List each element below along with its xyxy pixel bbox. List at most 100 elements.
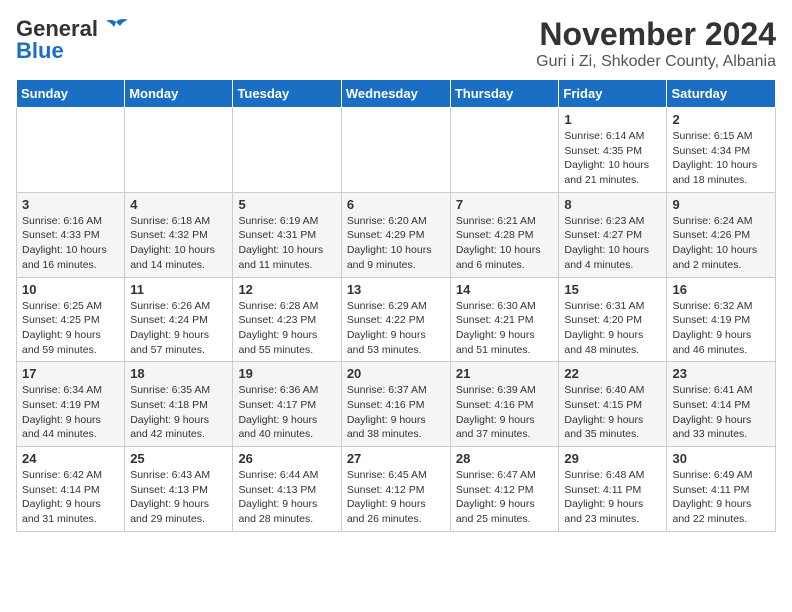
- day-number: 11: [130, 282, 227, 297]
- day-number: 16: [672, 282, 770, 297]
- calendar-cell: 21Sunrise: 6:39 AM Sunset: 4:16 PM Dayli…: [450, 362, 559, 447]
- day-number: 12: [238, 282, 335, 297]
- day-number: 23: [672, 366, 770, 381]
- day-detail: Sunrise: 6:26 AM Sunset: 4:24 PM Dayligh…: [130, 299, 227, 358]
- day-detail: Sunrise: 6:15 AM Sunset: 4:34 PM Dayligh…: [672, 129, 770, 188]
- day-detail: Sunrise: 6:43 AM Sunset: 4:13 PM Dayligh…: [130, 468, 227, 527]
- calendar-cell: 20Sunrise: 6:37 AM Sunset: 4:16 PM Dayli…: [341, 362, 450, 447]
- day-number: 4: [130, 197, 227, 212]
- calendar-cell: 7 Sunrise: 6:21 AM Sunset: 4:28 PM Daylig…: [450, 192, 559, 277]
- day-number: 19: [238, 366, 335, 381]
- day-detail: Sunrise: 6:49 AM Sunset: 4:11 PM Dayligh…: [672, 468, 770, 527]
- day-number: 7: [456, 197, 554, 212]
- calendar-cell: 1 Sunrise: 6:14 AM Sunset: 4:35 PM Daylig…: [559, 108, 667, 193]
- day-detail: Sunrise: 6:21 AM Sunset: 4:28 PM Dayligh…: [456, 214, 554, 273]
- day-detail: Sunrise: 6:34 AM Sunset: 4:19 PM Dayligh…: [22, 383, 119, 442]
- day-number: 18: [130, 366, 227, 381]
- day-detail: Sunrise: 6:28 AM Sunset: 4:23 PM Dayligh…: [238, 299, 335, 358]
- day-detail: Sunrise: 6:30 AM Sunset: 4:21 PM Dayligh…: [456, 299, 554, 358]
- day-number: 25: [130, 451, 227, 466]
- calendar-table: SundayMondayTuesdayWednesdayThursdayFrid…: [16, 79, 776, 532]
- day-number: 17: [22, 366, 119, 381]
- calendar-cell: 25 Sunrise: 6:43 AM Sunset: 4:13 PM Dayli…: [125, 447, 233, 532]
- header-day-saturday: Saturday: [667, 80, 776, 108]
- day-detail: Sunrise: 6:16 AM Sunset: 4:33 PM Dayligh…: [22, 214, 119, 273]
- calendar-cell: 24 Sunrise: 6:42 AM Sunset: 4:14 PM Dayli…: [17, 447, 125, 532]
- day-detail: Sunrise: 6:32 AM Sunset: 4:19 PM Dayligh…: [672, 299, 770, 358]
- calendar-cell: 14 Sunrise: 6:30 AM Sunset: 4:21 PM Dayli…: [450, 277, 559, 362]
- day-detail: Sunrise: 6:39 AM Sunset: 4:16 PM Dayligh…: [456, 383, 554, 442]
- calendar-week-3: 17 Sunrise: 6:34 AM Sunset: 4:19 PM Dayli…: [17, 362, 776, 447]
- calendar-cell: 10 Sunrise: 6:25 AM Sunset: 4:25 PM Dayli…: [17, 277, 125, 362]
- header-day-monday: Monday: [125, 80, 233, 108]
- day-number: 24: [22, 451, 119, 466]
- logo: General Blue: [16, 16, 130, 64]
- header-day-wednesday: Wednesday: [341, 80, 450, 108]
- day-number: 26: [238, 451, 335, 466]
- day-detail: Sunrise: 6:42 AM Sunset: 4:14 PM Dayligh…: [22, 468, 119, 527]
- calendar-cell: 8 Sunrise: 6:23 AM Sunset: 4:27 PM Daylig…: [559, 192, 667, 277]
- day-detail: Sunrise: 6:47 AM Sunset: 4:12 PM Dayligh…: [456, 468, 554, 527]
- calendar-body: 1 Sunrise: 6:14 AM Sunset: 4:35 PM Daylig…: [17, 108, 776, 532]
- header-day-friday: Friday: [559, 80, 667, 108]
- day-detail: Sunrise: 6:24 AM Sunset: 4:26 PM Dayligh…: [672, 214, 770, 273]
- calendar-cell: 23 Sunrise: 6:41 AM Sunset: 4:14 PM Dayli…: [667, 362, 776, 447]
- header-day-sunday: Sunday: [17, 80, 125, 108]
- day-number: 2: [672, 112, 770, 127]
- calendar-cell: 22Sunrise: 6:40 AM Sunset: 4:15 PM Dayli…: [559, 362, 667, 447]
- calendar-cell: 18Sunrise: 6:35 AM Sunset: 4:18 PM Dayli…: [125, 362, 233, 447]
- calendar-cell: 9 Sunrise: 6:24 AM Sunset: 4:26 PM Daylig…: [667, 192, 776, 277]
- calendar-cell: 12 Sunrise: 6:28 AM Sunset: 4:23 PM Dayli…: [233, 277, 341, 362]
- day-detail: Sunrise: 6:25 AM Sunset: 4:25 PM Dayligh…: [22, 299, 119, 358]
- calendar-cell: 17 Sunrise: 6:34 AM Sunset: 4:19 PM Dayli…: [17, 362, 125, 447]
- calendar-cell: 26 Sunrise: 6:44 AM Sunset: 4:13 PM Dayli…: [233, 447, 341, 532]
- day-number: 10: [22, 282, 119, 297]
- calendar-cell: 29Sunrise: 6:48 AM Sunset: 4:11 PM Dayli…: [559, 447, 667, 532]
- day-detail: Sunrise: 6:44 AM Sunset: 4:13 PM Dayligh…: [238, 468, 335, 527]
- day-detail: Sunrise: 6:23 AM Sunset: 4:27 PM Dayligh…: [564, 214, 661, 273]
- calendar-cell: 19 Sunrise: 6:36 AM Sunset: 4:17 PM Dayli…: [233, 362, 341, 447]
- day-number: 27: [347, 451, 445, 466]
- header-row: SundayMondayTuesdayWednesdayThursdayFrid…: [17, 80, 776, 108]
- calendar-cell: 16 Sunrise: 6:32 AM Sunset: 4:19 PM Dayli…: [667, 277, 776, 362]
- day-detail: Sunrise: 6:41 AM Sunset: 4:14 PM Dayligh…: [672, 383, 770, 442]
- calendar-header: SundayMondayTuesdayWednesdayThursdayFrid…: [17, 80, 776, 108]
- logo-blue-text: Blue: [16, 38, 64, 64]
- day-number: 5: [238, 197, 335, 212]
- calendar-cell: [341, 108, 450, 193]
- day-number: 13: [347, 282, 445, 297]
- day-number: 1: [564, 112, 661, 127]
- title-area: November 2024 Guri i Zi, Shkoder County,…: [536, 16, 776, 71]
- calendar-cell: 15 Sunrise: 6:31 AM Sunset: 4:20 PM Dayli…: [559, 277, 667, 362]
- calendar-cell: [233, 108, 341, 193]
- calendar-cell: 27 Sunrise: 6:45 AM Sunset: 4:12 PM Dayli…: [341, 447, 450, 532]
- day-detail: Sunrise: 6:14 AM Sunset: 4:35 PM Dayligh…: [564, 129, 661, 188]
- day-detail: Sunrise: 6:29 AM Sunset: 4:22 PM Dayligh…: [347, 299, 445, 358]
- day-number: 14: [456, 282, 554, 297]
- calendar-week-4: 24 Sunrise: 6:42 AM Sunset: 4:14 PM Dayli…: [17, 447, 776, 532]
- calendar-cell: [17, 108, 125, 193]
- header-day-thursday: Thursday: [450, 80, 559, 108]
- day-detail: Sunrise: 6:20 AM Sunset: 4:29 PM Dayligh…: [347, 214, 445, 273]
- calendar-week-1: 3Sunrise: 6:16 AM Sunset: 4:33 PM Daylig…: [17, 192, 776, 277]
- calendar-cell: 30 Sunrise: 6:49 AM Sunset: 4:11 PM Dayli…: [667, 447, 776, 532]
- day-number: 15: [564, 282, 661, 297]
- day-detail: Sunrise: 6:45 AM Sunset: 4:12 PM Dayligh…: [347, 468, 445, 527]
- page-title: November 2024: [536, 16, 776, 53]
- page-subtitle: Guri i Zi, Shkoder County, Albania: [536, 53, 776, 71]
- day-detail: Sunrise: 6:37 AM Sunset: 4:16 PM Dayligh…: [347, 383, 445, 442]
- day-detail: Sunrise: 6:36 AM Sunset: 4:17 PM Dayligh…: [238, 383, 335, 442]
- calendar-cell: [450, 108, 559, 193]
- header: General Blue November 2024 Guri i Zi, Sh…: [16, 16, 776, 71]
- day-number: 28: [456, 451, 554, 466]
- logo-bird-icon: [102, 18, 130, 40]
- day-detail: Sunrise: 6:40 AM Sunset: 4:15 PM Dayligh…: [564, 383, 661, 442]
- day-number: 9: [672, 197, 770, 212]
- day-number: 30: [672, 451, 770, 466]
- day-detail: Sunrise: 6:48 AM Sunset: 4:11 PM Dayligh…: [564, 468, 661, 527]
- calendar-cell: 6Sunrise: 6:20 AM Sunset: 4:29 PM Daylig…: [341, 192, 450, 277]
- calendar-cell: [125, 108, 233, 193]
- day-detail: Sunrise: 6:31 AM Sunset: 4:20 PM Dayligh…: [564, 299, 661, 358]
- day-detail: Sunrise: 6:19 AM Sunset: 4:31 PM Dayligh…: [238, 214, 335, 273]
- day-number: 8: [564, 197, 661, 212]
